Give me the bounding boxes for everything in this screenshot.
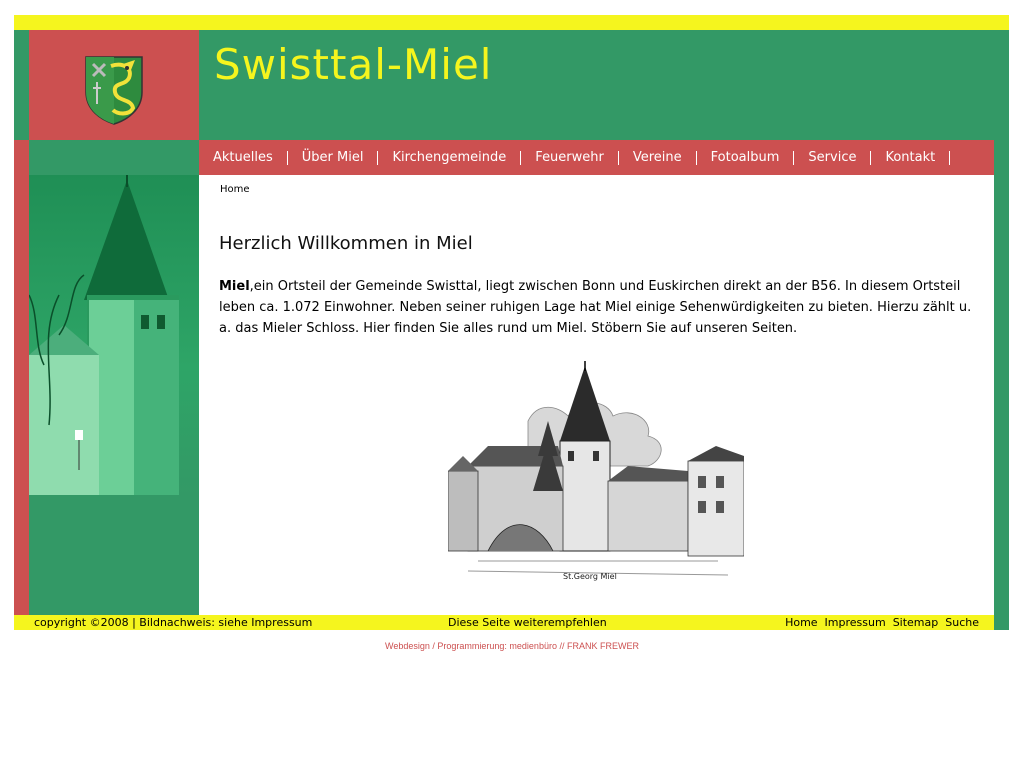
intro-paragraph: Miel,ein Ortsteil der Gemeinde Swisttal,… <box>219 276 979 339</box>
left-red-strip <box>14 140 29 615</box>
footer-link-sitemap[interactable]: Sitemap <box>893 616 939 629</box>
intro-text: ,ein Ortsteil der Gemeinde Swisttal, lie… <box>219 279 972 336</box>
footer-green-edge <box>994 615 1009 630</box>
footer-bar: copyright ©2008 | Bildnachweis: siehe Im… <box>14 615 1009 630</box>
copyright-text: copyright ©2008 | Bildnachweis: siehe Im… <box>34 616 313 629</box>
church-photo <box>29 175 199 495</box>
recommend-link[interactable]: Diese Seite weiterempfehlen <box>448 616 607 629</box>
footer-link-home[interactable]: Home <box>785 616 817 629</box>
drawing-caption: St.Georg Miel <box>563 572 617 581</box>
webdesign-credit[interactable]: Webdesign / Programmierung: medienbüro /… <box>0 641 1024 651</box>
nav-item-feuerwehr[interactable]: Feuerwehr <box>521 150 619 165</box>
breadcrumb[interactable]: Home <box>220 184 250 195</box>
top-bar <box>14 15 1009 30</box>
footer-links: Home Impressum Sitemap Suche <box>785 616 979 629</box>
intro-bold: Miel <box>219 279 250 294</box>
main-nav: Aktuelles Über Miel Kirchengemeinde Feue… <box>199 140 994 175</box>
site-title: Swisttal-Miel <box>214 40 493 89</box>
nav-item-ueber-miel[interactable]: Über Miel <box>288 150 379 165</box>
nav-item-service[interactable]: Service <box>794 150 872 165</box>
footer-link-suche[interactable]: Suche <box>945 616 979 629</box>
church-photo-graphic <box>29 175 179 495</box>
nav-item-aktuelles[interactable]: Aktuelles <box>199 150 288 165</box>
coat-of-arms-icon[interactable] <box>83 54 145 126</box>
nav-item-kontakt[interactable]: Kontakt <box>871 150 951 165</box>
nav-item-fotoalbum[interactable]: Fotoalbum <box>697 150 795 165</box>
nav-item-vereine[interactable]: Vereine <box>619 150 697 165</box>
church-drawing: St.Georg Miel <box>448 361 744 591</box>
footer-link-impressum[interactable]: Impressum <box>825 616 886 629</box>
main-content: Home Herzlich Willkommen in Miel Miel,ei… <box>199 175 994 615</box>
page-heading: Herzlich Willkommen in Miel <box>219 233 473 254</box>
nav-item-kirchengemeinde[interactable]: Kirchengemeinde <box>378 150 522 165</box>
